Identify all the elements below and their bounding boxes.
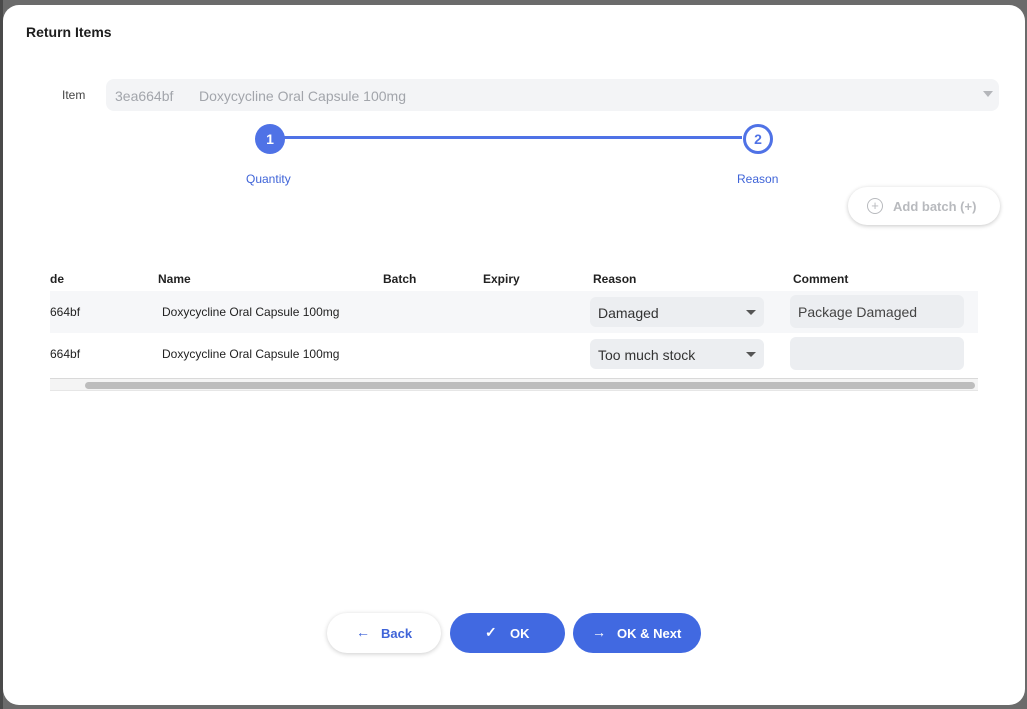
scrollbar-thumb[interactable] <box>85 382 975 389</box>
reason-select[interactable]: Too much stock <box>590 339 764 369</box>
dialog-title: Return Items <box>26 24 112 40</box>
plus-circle-icon: + <box>867 198 883 214</box>
item-select[interactable]: 3ea664bf Doxycycline Oral Capsule 100mg <box>106 79 999 111</box>
arrow-right-icon: → <box>592 624 606 640</box>
batch-table: de Name Batch Expiry Reason Comment 664b… <box>50 265 978 391</box>
item-label: Item <box>62 88 86 102</box>
chevron-down-icon <box>746 310 756 315</box>
reason-value: Damaged <box>598 305 659 321</box>
cell-code: 664bf <box>50 305 81 319</box>
reason-select[interactable]: Damaged <box>590 297 764 327</box>
column-header-batch: Batch <box>383 272 417 286</box>
cell-name: Doxycycline Oral Capsule 100mg <box>162 305 340 319</box>
return-items-dialog: Return Items Item 3ea664bf Doxycycline O… <box>3 5 1025 705</box>
column-header-expiry: Expiry <box>483 272 520 286</box>
step-1-label: Quantity <box>246 172 291 186</box>
ok-next-button-label: OK & Next <box>617 626 682 641</box>
table-row: 664bf Doxycycline Oral Capsule 100mg Dam… <box>50 291 978 333</box>
add-batch-label: Add batch (+) <box>893 199 977 214</box>
column-header-name: Name <box>158 272 191 286</box>
item-name: Doxycycline Oral Capsule 100mg <box>199 88 406 104</box>
item-code: 3ea664bf <box>115 88 174 104</box>
ok-next-button[interactable]: → OK & Next <box>573 613 701 653</box>
table-row: 664bf Doxycycline Oral Capsule 100mg Too… <box>50 333 978 375</box>
stepper-connector <box>283 136 742 139</box>
check-icon: ✓ <box>485 624 497 640</box>
step-2-label: Reason <box>737 172 779 186</box>
reason-value: Too much stock <box>598 347 696 363</box>
horizontal-scrollbar[interactable] <box>50 378 978 391</box>
ok-button-label: OK <box>510 626 530 641</box>
arrow-left-icon: ← <box>356 624 370 640</box>
add-batch-button[interactable]: + Add batch (+) <box>848 187 1000 225</box>
chevron-down-icon <box>983 91 993 97</box>
column-header-code: de <box>50 272 65 286</box>
comment-field[interactable] <box>790 337 964 370</box>
step-2-circle[interactable]: 2 <box>743 124 773 154</box>
back-button-label: Back <box>381 626 413 641</box>
back-button[interactable]: ← Back <box>327 613 441 653</box>
cell-code: 664bf <box>50 347 81 361</box>
cell-name: Doxycycline Oral Capsule 100mg <box>162 347 340 361</box>
comment-field[interactable] <box>790 295 964 328</box>
chevron-down-icon <box>746 352 756 357</box>
ok-button[interactable]: ✓ OK <box>450 613 565 653</box>
step-1-circle[interactable]: 1 <box>255 124 285 154</box>
column-header-comment: Comment <box>793 272 849 286</box>
column-header-reason: Reason <box>593 272 637 286</box>
